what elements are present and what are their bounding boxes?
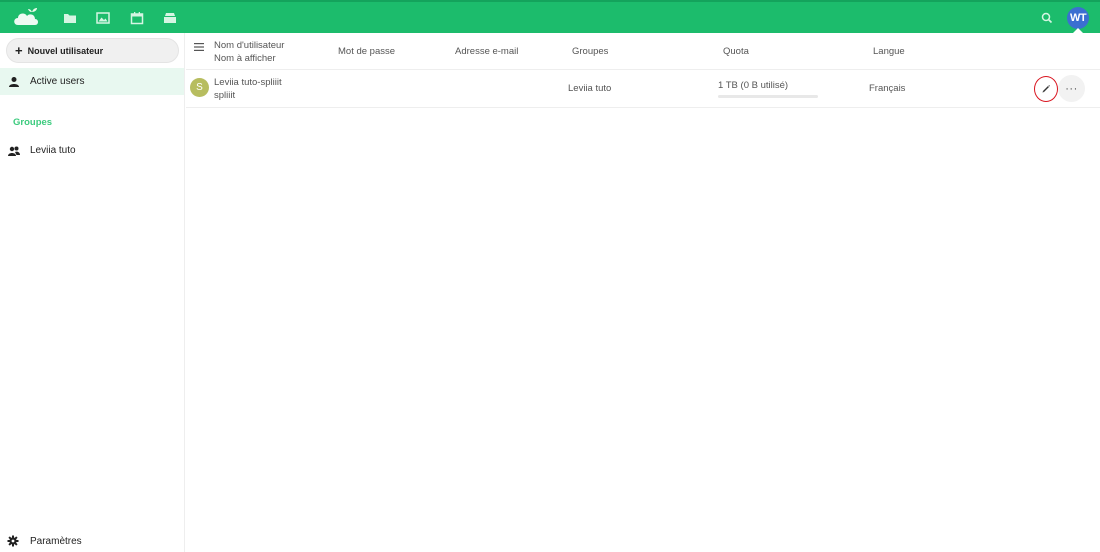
more-icon: ··· bbox=[1065, 82, 1078, 95]
sidebar: + Nouvel utilisateur Active users Groupe… bbox=[0, 33, 185, 552]
stack-icon[interactable] bbox=[163, 11, 177, 25]
pencil-icon bbox=[1042, 85, 1050, 93]
quota-text: 1 TB (0 B utilisé) bbox=[718, 79, 789, 91]
display-name: spliiit bbox=[214, 89, 236, 101]
edit-user-button[interactable] bbox=[1034, 76, 1058, 102]
header-language: Langue bbox=[873, 46, 905, 57]
header-username-label: Nom d'utilisateur bbox=[214, 39, 285, 51]
header-password: Mot de passe bbox=[338, 46, 396, 57]
header-display-name-label: Nom à afficher bbox=[214, 52, 276, 64]
calendar-icon[interactable] bbox=[130, 11, 144, 25]
folder-icon[interactable] bbox=[63, 11, 77, 25]
group-icon bbox=[8, 146, 20, 156]
table-header: Nom d'utilisateur Nom à afficher Mot de … bbox=[186, 33, 1100, 70]
header-quota: Quota bbox=[723, 46, 749, 57]
user-table: Nom d'utilisateur Nom à afficher Mot de … bbox=[186, 33, 1100, 552]
cell-language: Français bbox=[869, 83, 906, 94]
sidebar-item-label: Active users bbox=[30, 76, 85, 87]
table-row[interactable]: S Leviia tuto-spliiit spliiit Leviia tut… bbox=[186, 70, 1100, 108]
search-icon[interactable] bbox=[1040, 11, 1054, 25]
hamburger-menu-icon[interactable] bbox=[194, 42, 204, 52]
settings-button[interactable]: Paramètres bbox=[0, 530, 184, 552]
settings-label: Paramètres bbox=[30, 535, 82, 547]
more-actions-button[interactable]: ··· bbox=[1058, 75, 1085, 102]
cloud-logo-icon[interactable] bbox=[12, 6, 40, 28]
cell-groups: Leviia tuto bbox=[568, 83, 612, 94]
header-email: Adresse e-mail bbox=[455, 46, 519, 57]
user-icon bbox=[9, 76, 19, 87]
quota-progress-bar bbox=[718, 94, 818, 98]
new-user-button[interactable]: + Nouvel utilisateur bbox=[6, 38, 179, 63]
sidebar-item-active-users[interactable]: Active users bbox=[0, 68, 184, 95]
top-bar: WT bbox=[0, 0, 1100, 34]
header-username[interactable]: Nom d'utilisateur Nom à afficher bbox=[214, 33, 284, 70]
row-avatar: S bbox=[190, 78, 209, 97]
gear-icon bbox=[7, 535, 19, 547]
cell-quota: 1 TB (0 B utilisé) bbox=[718, 70, 818, 107]
new-user-label: Nouvel utilisateur bbox=[27, 45, 104, 56]
cell-username: Leviia tuto-spliiit spliiit bbox=[214, 70, 282, 107]
image-icon[interactable] bbox=[96, 11, 110, 25]
username: Leviia tuto-spliiit bbox=[214, 76, 282, 88]
sidebar-item-label: Leviia tuto bbox=[30, 145, 76, 156]
plus-icon: + bbox=[15, 43, 23, 58]
user-avatar[interactable]: WT bbox=[1067, 7, 1089, 29]
header-groups: Groupes bbox=[572, 46, 609, 57]
groups-caption: Groupes bbox=[13, 117, 53, 128]
sidebar-item-group-leviia-tuto[interactable]: Leviia tuto bbox=[0, 137, 184, 164]
